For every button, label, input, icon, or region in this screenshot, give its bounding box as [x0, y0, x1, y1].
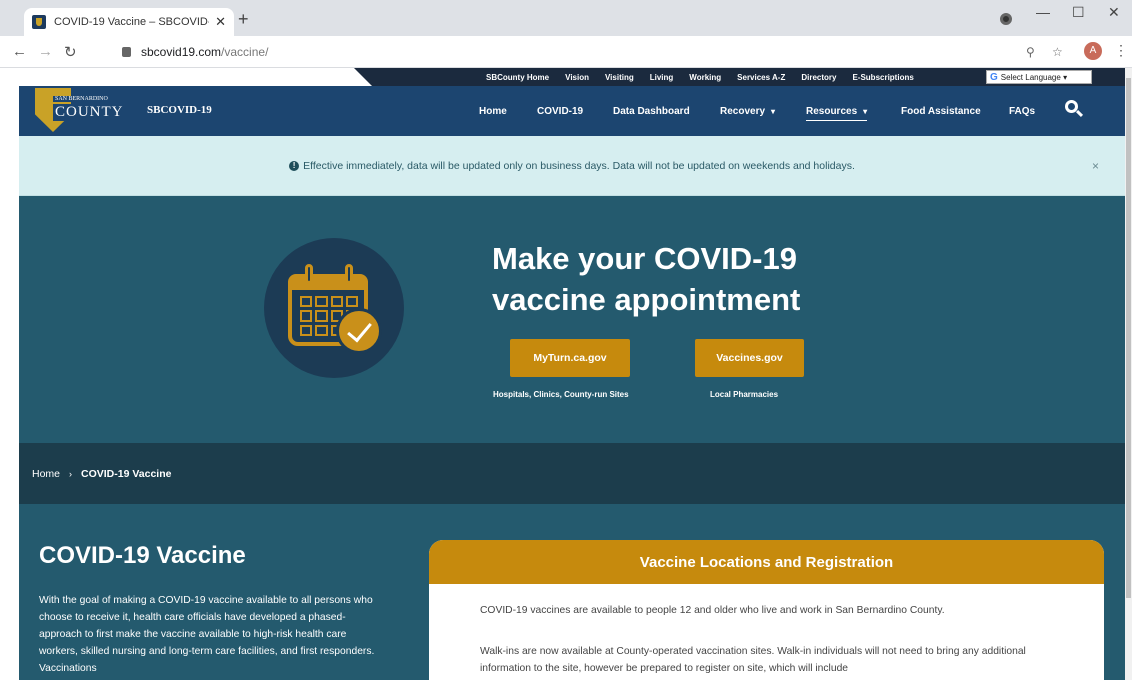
card-paragraph-1: COVID-19 vaccines are available to peopl…: [480, 605, 945, 616]
translate-label: Select Language: [1000, 72, 1061, 82]
chevron-down-icon: ▾: [863, 107, 868, 116]
search-icon-handle: [1075, 109, 1084, 118]
card-heading: Vaccine Locations and Registration: [429, 540, 1104, 584]
hero-section: Make your COVID-19 vaccine appointment M…: [19, 196, 1125, 443]
profile-avatar[interactable]: A: [1084, 42, 1102, 60]
maximize-icon[interactable]: ☐: [1072, 4, 1085, 21]
tab-close-icon[interactable]: ✕: [215, 14, 226, 30]
calendar-cell: [330, 296, 343, 308]
breadcrumb: Home › COVID-19 Vaccine: [19, 443, 1125, 504]
calendar-ring: [345, 264, 353, 284]
back-arrow-icon[interactable]: ←: [12, 43, 27, 60]
calendar-cell: [315, 324, 328, 336]
util-link-working[interactable]: Working: [689, 73, 721, 82]
myturn-caption: Hospitals, Clinics, County-run Sites: [493, 390, 629, 399]
myturn-button[interactable]: MyTurn.ca.gov: [510, 339, 630, 377]
nav-food-assistance[interactable]: Food Assistance: [901, 106, 981, 117]
vaccines-gov-button[interactable]: Vaccines.gov: [695, 339, 804, 377]
county-logo[interactable]: SAN BERNARDINO COUNTY: [31, 88, 127, 132]
chevron-down-icon: ▾: [1060, 72, 1068, 82]
nav-covid[interactable]: COVID-19: [537, 106, 583, 117]
nav-resources-label: Resources: [806, 106, 858, 117]
nav-recovery-label: Recovery: [720, 106, 766, 117]
zoom-icon[interactable]: ⚲: [1026, 45, 1035, 59]
scrollbar-thumb[interactable]: [1126, 78, 1131, 598]
google-icon: G: [990, 71, 998, 83]
intro-text: With the goal of making a COVID-19 vacci…: [39, 595, 375, 674]
nav-faqs[interactable]: FAQs: [1009, 106, 1035, 117]
page-title: COVID-19 Vaccine: [39, 542, 246, 569]
tab-title: COVID-19 Vaccine – SBCOVID-19: [54, 16, 210, 28]
calendar-header: [288, 274, 368, 290]
utility-bar: SBCounty Home Vision Visiting Living Wor…: [19, 68, 1125, 86]
extension-icon[interactable]: [1000, 13, 1012, 25]
reload-icon[interactable]: ↻: [64, 43, 77, 61]
website-viewport: SBCounty Home Vision Visiting Living Wor…: [19, 68, 1125, 680]
calendar-cell: [345, 296, 358, 308]
calendar-cell: [315, 296, 328, 308]
util-link-living[interactable]: Living: [650, 73, 674, 82]
minimize-icon[interactable]: —: [1036, 4, 1050, 20]
site-favicon-icon: [32, 15, 46, 29]
util-link-directory[interactable]: Directory: [801, 73, 836, 82]
forward-arrow-icon[interactable]: →: [38, 43, 53, 60]
browser-tab-strip: COVID-19 Vaccine – SBCOVID-19 ✕ + — ☐ ✕: [0, 0, 1132, 36]
breadcrumb-separator-icon: ›: [69, 468, 73, 479]
lock-icon: [122, 47, 131, 57]
card-paragraph-2: Walk-ins are now available at County-ope…: [480, 646, 1026, 674]
calendar-cell: [300, 324, 313, 336]
address-bar: ← → ↻ sbcovid19.com/vaccine/ ⚲ ☆: [0, 36, 1132, 68]
bookmark-star-icon[interactable]: ☆: [1052, 45, 1063, 59]
url-field[interactable]: sbcovid19.com/vaccine/: [112, 40, 1082, 64]
util-link-subscriptions[interactable]: E-Subscriptions: [852, 73, 913, 82]
browser-tab[interactable]: COVID-19 Vaccine – SBCOVID-19 ✕: [24, 8, 234, 36]
nav-resources[interactable]: Resources ▾: [806, 106, 868, 121]
nav-data-dashboard[interactable]: Data Dashboard: [613, 106, 690, 117]
alert-banner: ! Effective immediately, data will be up…: [19, 136, 1125, 196]
calendar-ring: [305, 264, 313, 284]
logo-line1: SAN BERNARDINO: [53, 96, 110, 102]
new-tab-button[interactable]: +: [238, 9, 249, 30]
search-icon[interactable]: [1065, 100, 1084, 118]
nav-home[interactable]: Home: [479, 106, 507, 117]
vaccines-gov-caption: Local Pharmacies: [710, 390, 779, 399]
util-link-services[interactable]: Services A-Z: [737, 73, 785, 82]
info-icon: !: [289, 160, 300, 171]
translate-select[interactable]: G Select Language ▾: [986, 70, 1092, 84]
page-scrollbar[interactable]: [1125, 68, 1132, 680]
calendar-cell: [300, 310, 313, 322]
url-path: /vaccine/: [221, 45, 269, 59]
site-brand[interactable]: SBCOVID-19: [147, 104, 212, 116]
chevron-down-icon: ▾: [771, 107, 776, 116]
breadcrumb-home[interactable]: Home: [32, 468, 60, 480]
close-window-icon[interactable]: ✕: [1108, 4, 1120, 21]
url-host: sbcovid19.com: [141, 45, 222, 59]
util-link-vision[interactable]: Vision: [565, 73, 589, 82]
logo-line2: COUNTY: [53, 104, 126, 121]
breadcrumb-current: COVID-19 Vaccine: [81, 467, 172, 480]
alert-close-icon[interactable]: ×: [1092, 159, 1099, 173]
browser-menu-icon[interactable]: ⋮: [1114, 42, 1128, 59]
util-link-sbcounty-home[interactable]: SBCounty Home: [486, 73, 549, 82]
hero-title: Make your COVID-19 vaccine appointment: [492, 241, 801, 317]
alert-text: Effective immediately, data will be upda…: [303, 159, 855, 172]
main-content: COVID-19 Vaccine With the goal of making…: [19, 504, 1125, 680]
util-link-visiting[interactable]: Visiting: [605, 73, 634, 82]
calendar-cell: [300, 296, 313, 308]
main-nav: SAN BERNARDINO COUNTY SBCOVID-19 Home CO…: [19, 86, 1125, 136]
calendar-cell: [315, 310, 328, 322]
checkmark-icon: [336, 308, 382, 354]
nav-recovery[interactable]: Recovery ▾: [720, 106, 775, 117]
vaccine-locations-card: Vaccine Locations and Registration COVID…: [429, 540, 1104, 680]
